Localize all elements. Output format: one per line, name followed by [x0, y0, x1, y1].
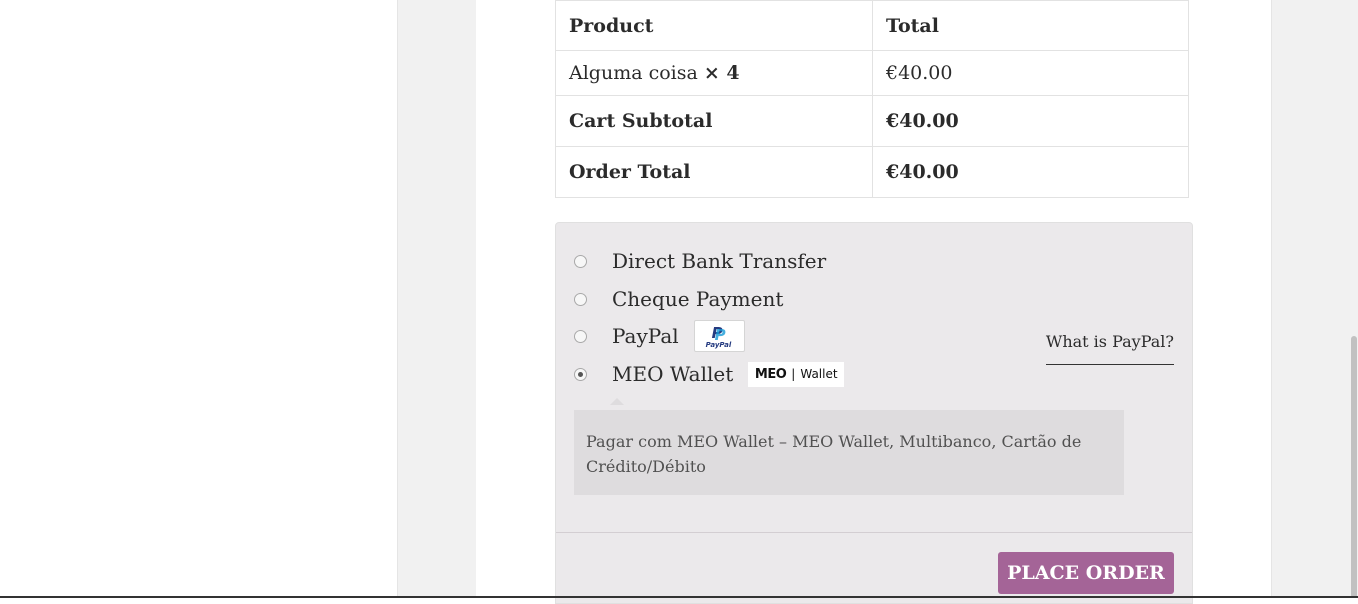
- radio-button[interactable]: [574, 292, 587, 306]
- product-name: Alguma coisa: [569, 62, 698, 84]
- payment-method-label[interactable]: Cheque Payment: [612, 287, 783, 311]
- line-item-total: €40.00: [872, 50, 1189, 96]
- line-item-product: Alguma coisa × 4: [555, 50, 873, 96]
- order-total-value: €40.00: [872, 146, 1189, 198]
- place-order-button[interactable]: PLACE ORDER: [998, 552, 1174, 594]
- paypal-logo-icon: P P PayPal: [693, 320, 745, 352]
- total-column-header: Total: [872, 0, 1189, 51]
- payment-method-cheque[interactable]: Cheque Payment: [574, 284, 783, 314]
- subtotal-value: €40.00: [872, 95, 1189, 147]
- payment-method-bank-transfer[interactable]: Direct Bank Transfer: [574, 246, 826, 276]
- table-row: Order Total €40.00: [555, 146, 1189, 198]
- radio-button[interactable]: [574, 254, 587, 268]
- scrollbar[interactable]: [1349, 0, 1358, 598]
- payment-method-description: Pagar com MEO Wallet – MEO Wallet, Multi…: [574, 410, 1124, 495]
- radio-button-selected[interactable]: [574, 367, 587, 381]
- product-column-header: Product: [555, 0, 873, 51]
- divider: [556, 532, 1192, 533]
- radio-button[interactable]: [574, 329, 587, 343]
- product-quantity: × 4: [703, 62, 740, 84]
- table-row: Cart Subtotal €40.00: [555, 95, 1189, 147]
- payment-method-label[interactable]: PayPal: [612, 324, 679, 348]
- table-row: Alguma coisa × 4 €40.00: [555, 50, 1189, 96]
- right-sidebar-gutter: [1271, 0, 1350, 598]
- meo-wallet-logo-icon: MEO | Wallet: [748, 361, 845, 387]
- payment-methods-panel: Direct Bank Transfer Cheque Payment PayP…: [555, 222, 1193, 604]
- scrollbar-thumb[interactable]: [1351, 336, 1357, 598]
- description-pointer: [610, 398, 624, 405]
- payment-method-paypal[interactable]: PayPal P P PayPal: [574, 320, 745, 352]
- order-total-label: Order Total: [555, 146, 873, 198]
- payment-method-label[interactable]: Direct Bank Transfer: [612, 249, 826, 273]
- payment-method-label[interactable]: MEO Wallet: [612, 362, 733, 386]
- paypal-logo-text: PayPal: [705, 341, 732, 349]
- subtotal-label: Cart Subtotal: [555, 95, 873, 147]
- order-review-table: Product Total Alguma coisa × 4 €40.00 Ca…: [555, 0, 1189, 198]
- payment-method-meo-wallet[interactable]: MEO Wallet MEO | Wallet: [574, 359, 845, 389]
- left-sidebar-gutter: [397, 0, 476, 598]
- what-is-paypal-link[interactable]: What is PayPal?: [1045, 332, 1174, 365]
